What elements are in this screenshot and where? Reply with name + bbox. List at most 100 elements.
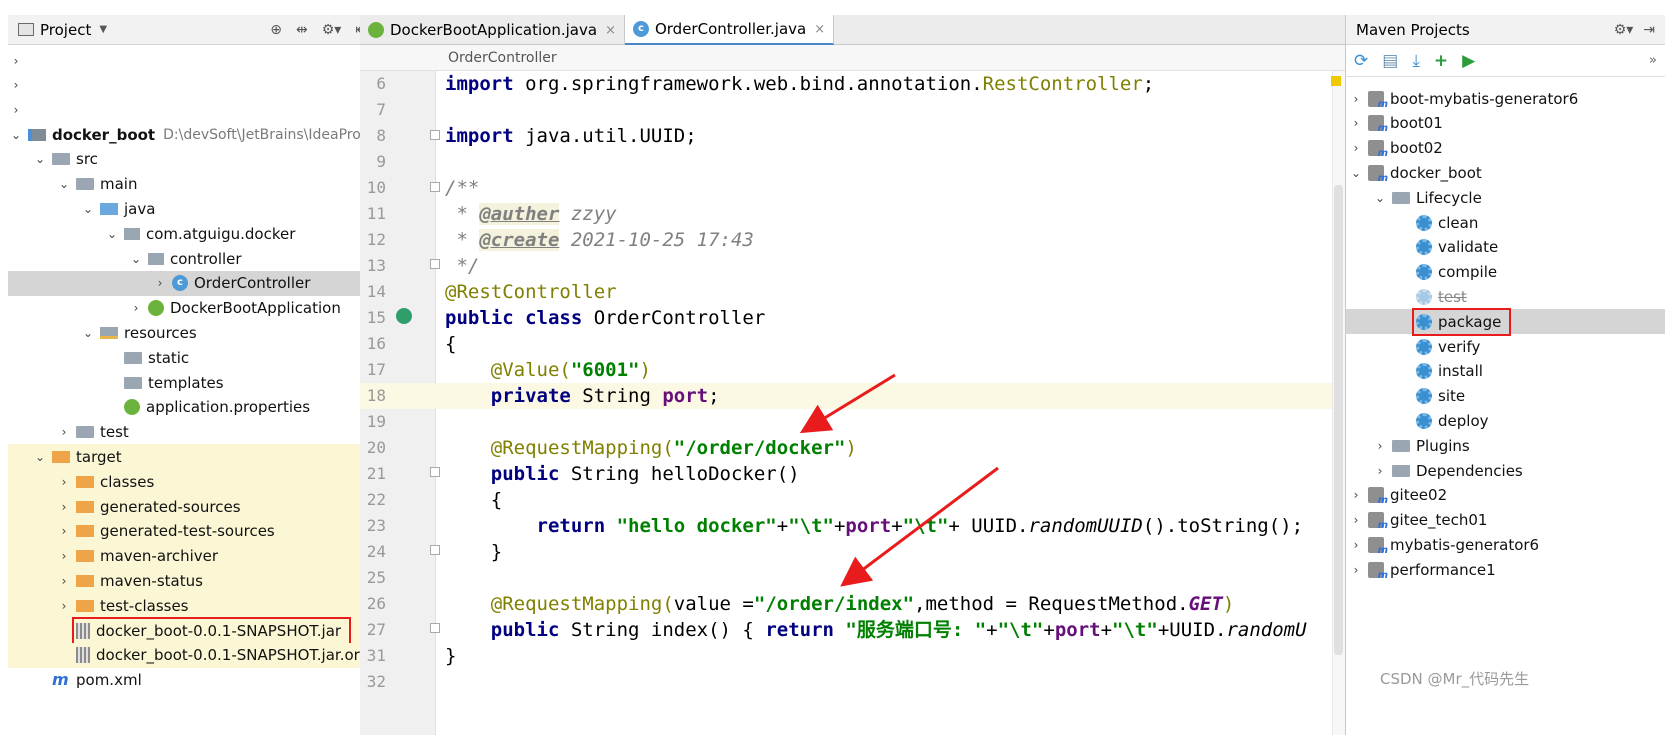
hide-panel-icon[interactable]: ⇥ (1643, 22, 1655, 38)
maven-tree-row[interactable]: › boot-mybatis-generator6 (1346, 86, 1665, 111)
maven-tree-row[interactable]: › gitee_tech01 (1346, 508, 1665, 533)
chevron-right-icon[interactable]: › (1350, 513, 1362, 527)
chevron-right-icon[interactable]: › (1350, 488, 1362, 502)
warning-marker-icon[interactable] (1331, 76, 1341, 86)
project-tree-row[interactable]: ⌄ com.atguigu.docker (8, 221, 377, 246)
maven-tree-row[interactable]: › performance1 (1346, 557, 1665, 582)
maven-tree-row[interactable]: › mybatis-generator6 (1346, 532, 1665, 557)
fold-marker[interactable] (430, 623, 440, 633)
chevron-right-icon[interactable]: › (1350, 116, 1362, 130)
breadcrumb[interactable]: OrderController (360, 45, 1345, 71)
generate-sources-icon[interactable]: ▤ (1382, 51, 1398, 71)
locate-icon[interactable]: ⊕ (270, 22, 282, 38)
maven-tree-row[interactable]: ›clean (1346, 210, 1665, 235)
fold-marker[interactable] (430, 182, 440, 192)
chevron-right-icon[interactable]: › (58, 500, 70, 514)
project-tree-row[interactable]: ⌄ resources (8, 320, 377, 345)
fold-marker[interactable] (430, 259, 440, 269)
tree-row-collapsed[interactable]: › (8, 48, 377, 73)
chevron-down-icon[interactable]: ⌄ (10, 128, 22, 142)
maven-tree-row[interactable]: › Dependencies (1346, 458, 1665, 483)
project-tree-row[interactable]: ›templates (8, 370, 377, 395)
maven-tree-row[interactable]: › boot01 (1346, 111, 1665, 136)
chevron-down-icon[interactable]: ⌄ (34, 152, 46, 166)
chevron-right-icon[interactable]: › (1350, 563, 1362, 577)
project-tree-row[interactable]: › classes (8, 469, 377, 495)
gear-icon[interactable]: ⚙▾ (322, 22, 342, 38)
chevron-down-icon[interactable]: ⌄ (106, 227, 118, 241)
chevron-right-icon[interactable]: › (1350, 141, 1362, 155)
project-tree-row[interactable]: ›application.properties (8, 395, 377, 420)
add-icon[interactable]: + (1434, 51, 1448, 71)
maven-tree-row[interactable]: › Plugins (1346, 433, 1665, 458)
chevron-right-icon[interactable]: › (58, 574, 70, 588)
chevron-down-icon[interactable]: ⌄ (82, 326, 94, 340)
project-tree-row[interactable]: ⌄ target (8, 444, 377, 470)
chevron-right-icon[interactable]: › (130, 301, 142, 315)
maven-tree-row[interactable]: ›install (1346, 359, 1665, 384)
tree-row-collapsed[interactable]: › (8, 73, 377, 98)
run-icon[interactable]: ▶ (1462, 51, 1475, 71)
project-tree-row[interactable]: ⌄ controller (8, 246, 377, 271)
chevron-right-icon[interactable]: › (1350, 92, 1362, 106)
close-icon[interactable]: × (605, 23, 616, 38)
close-icon[interactable]: × (814, 22, 825, 37)
maven-tree-row[interactable]: › gitee02 (1346, 483, 1665, 508)
project-tree-row[interactable]: ›mpom.xml (8, 668, 377, 693)
chevron-down-icon[interactable]: ⌄ (58, 177, 70, 191)
maven-tree-row[interactable]: ›validate (1346, 235, 1665, 260)
maven-tree-row[interactable]: ›verify (1346, 334, 1665, 359)
maven-tree-row[interactable]: ›site (1346, 384, 1665, 409)
chevron-right-icon[interactable]: › (58, 549, 70, 563)
maven-tree-row[interactable]: › boot02 (1346, 136, 1665, 161)
project-tree-row[interactable]: › maven-status (8, 568, 377, 594)
project-tree-row[interactable]: › test-classes (8, 593, 377, 619)
overflow-icon[interactable]: » (1649, 53, 1665, 68)
chevron-down-icon[interactable]: ⌄ (1350, 166, 1362, 180)
chevron-right-icon[interactable]: › (58, 599, 70, 613)
tab-order-controller[interactable]: c OrderController.java × (624, 15, 835, 45)
project-tree-row[interactable]: › generated-sources (8, 494, 377, 519)
fold-marker[interactable] (430, 545, 440, 555)
project-tree-row[interactable]: ›docker_boot-0.0.1-SNAPSHOT.jar.orig (8, 642, 377, 668)
chevron-right-icon[interactable]: › (1350, 538, 1362, 552)
chevron-down-icon[interactable]: ▼ (99, 24, 107, 35)
project-tree-row[interactable]: › maven-archiver (8, 543, 377, 569)
chevron-down-icon[interactable]: ⌄ (82, 202, 94, 216)
maven-tree-row[interactable]: ›deploy (1346, 408, 1665, 433)
project-tree-row[interactable]: ⌄ docker_boot D:\devSoft\JetBrains\IdeaPro… (8, 122, 377, 147)
chevron-down-icon[interactable]: ⌄ (1374, 191, 1386, 205)
gear-icon[interactable]: ⚙▾ (1614, 22, 1634, 38)
chevron-right-icon[interactable]: › (58, 475, 70, 489)
spring-bean-gutter-icon[interactable] (396, 308, 412, 324)
refresh-icon[interactable]: ⟳ (1354, 51, 1368, 71)
chevron-right-icon[interactable]: › (154, 276, 166, 290)
project-tree-row[interactable]: ⌄ main (8, 172, 377, 197)
chevron-right-icon[interactable]: › (1374, 439, 1386, 453)
fold-marker[interactable] (430, 467, 440, 477)
project-tree-row[interactable]: ⌄ src (8, 147, 377, 172)
project-tree-row[interactable]: › DockerBootApplication (8, 296, 377, 321)
maven-tree-row[interactable]: ⌄ Lifecycle (1346, 185, 1665, 210)
project-tree-row[interactable]: › test (8, 420, 377, 445)
chevron-right-icon[interactable]: › (1374, 464, 1386, 478)
maven-tree-row[interactable]: ›test (1346, 284, 1665, 309)
scrollbar-thumb[interactable] (1334, 185, 1343, 655)
download-icon[interactable]: ⤓ (1412, 51, 1420, 71)
chevron-right-icon[interactable]: › (10, 78, 22, 92)
fold-marker[interactable] (430, 130, 440, 140)
chevron-right-icon[interactable]: › (10, 54, 22, 68)
maven-tree-row[interactable]: ⌄ docker_boot (1346, 160, 1665, 185)
project-panel-title[interactable]: Project (40, 21, 91, 39)
project-tree-row[interactable]: ›static (8, 345, 377, 370)
chevron-down-icon[interactable]: ⌄ (34, 450, 46, 464)
maven-tree-row[interactable]: ›compile (1346, 260, 1665, 285)
project-tree-row[interactable]: ⌄ java (8, 196, 377, 221)
chevron-right-icon[interactable]: › (58, 524, 70, 538)
project-tree-row[interactable]: › c OrderController (8, 270, 377, 296)
tab-docker-boot-application[interactable]: DockerBootApplication.java × (360, 15, 625, 45)
tree-row-collapsed[interactable]: › (8, 98, 377, 123)
chevron-right-icon[interactable]: › (10, 103, 22, 117)
collapse-all-icon[interactable]: ⇹ (296, 22, 308, 38)
chevron-down-icon[interactable]: ⌄ (130, 252, 142, 266)
